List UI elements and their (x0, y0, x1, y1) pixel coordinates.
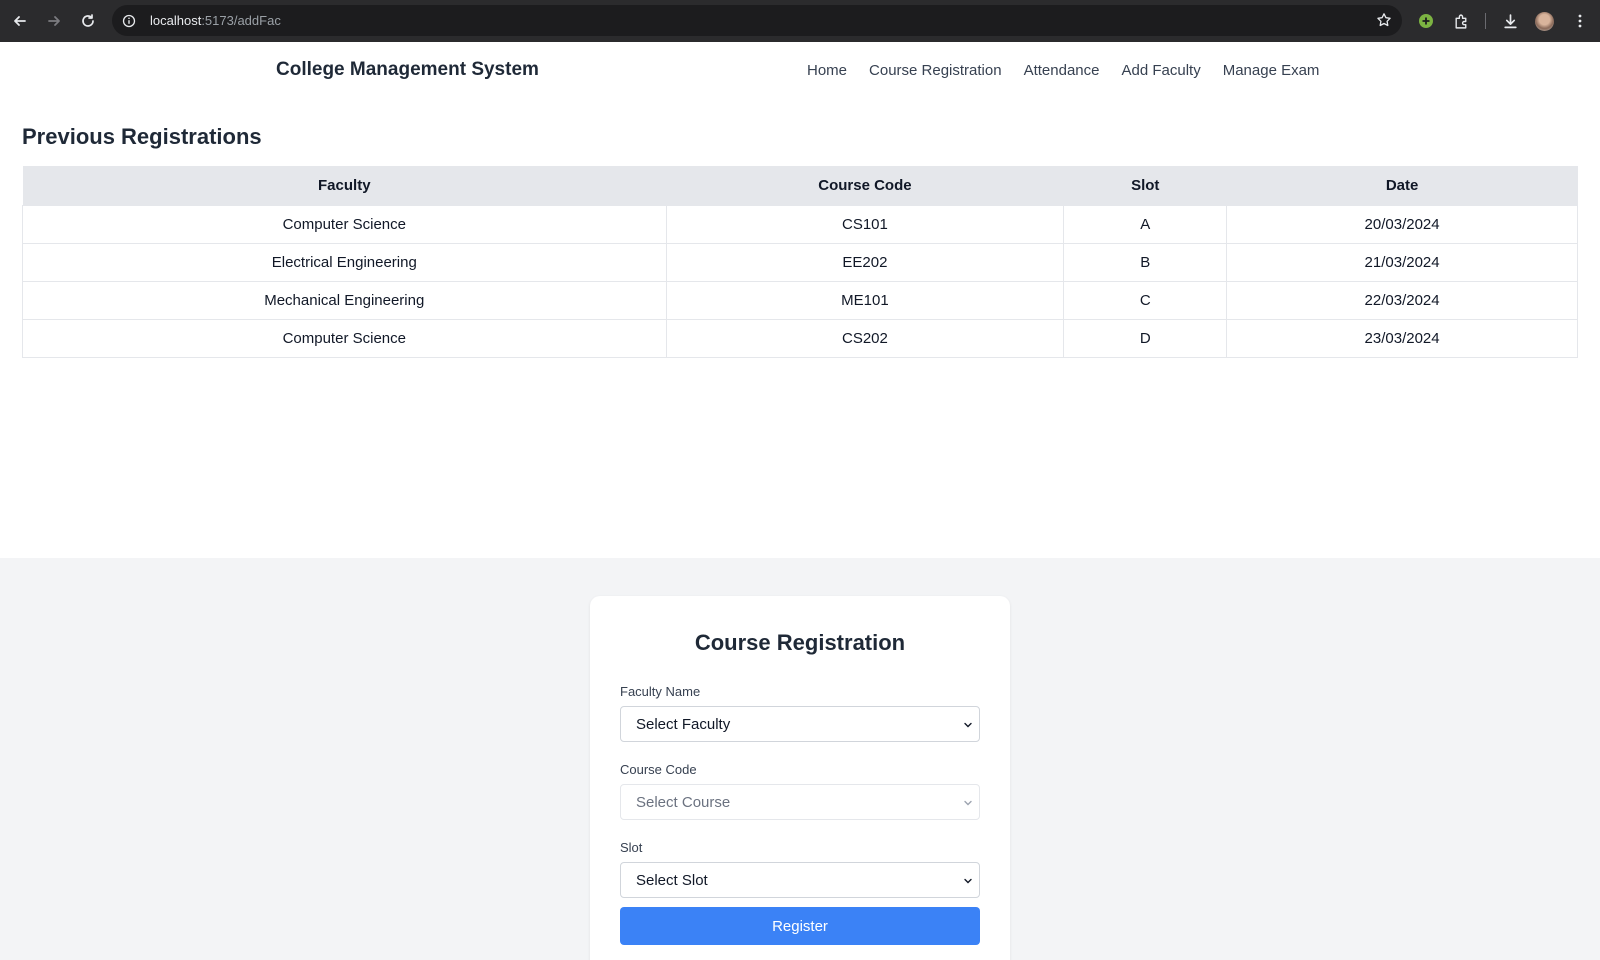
registration-card: Course Registration Faculty Name Select … (590, 596, 1010, 960)
table-row: Computer Science CS101 A 20/03/2024 (22, 204, 1578, 244)
course-select-value: Select Course (636, 793, 731, 811)
table-row: Mechanical Engineering ME101 C 22/03/202… (22, 280, 1578, 320)
cell-faculty: Electrical Engineering (22, 242, 667, 282)
url-path: :5173/addFac (201, 13, 281, 28)
cell-faculty: Computer Science (22, 318, 667, 358)
forward-icon[interactable] (38, 5, 70, 37)
top-nav: Home Course Registration Attendance Add … (807, 62, 1341, 79)
column-header-course-code: Course Code (666, 166, 1064, 205)
app-header: College Management System Home Course Re… (0, 42, 1600, 100)
faculty-name-label: Faculty Name (620, 684, 701, 699)
back-icon[interactable] (4, 5, 36, 37)
cell-course-code: CS101 (665, 204, 1065, 244)
form-title: Course Registration (694, 630, 906, 655)
bookmark-star-icon[interactable] (1376, 12, 1392, 28)
url-host: localhost (150, 13, 202, 28)
course-code-label: Course Code (620, 762, 697, 777)
url-text: localhost:5173/addFac (150, 13, 281, 28)
reload-icon[interactable] (72, 5, 104, 37)
table-header-row: Faculty Course Code Slot Date (22, 166, 1578, 205)
nav-home[interactable]: Home (807, 62, 847, 79)
column-header-date: Date (1226, 166, 1578, 205)
site-info-icon[interactable] (122, 14, 136, 28)
brand-title[interactable]: College Management System (276, 59, 539, 81)
register-button[interactable]: Register (620, 907, 980, 945)
column-header-slot: Slot (1063, 166, 1227, 205)
slot-select-value: Select Slot (636, 871, 708, 889)
cell-date: 21/03/2024 (1226, 242, 1578, 282)
chevron-down-icon (964, 722, 972, 728)
previous-registrations-title: Previous Registrations (22, 124, 262, 149)
cell-slot: D (1063, 318, 1228, 358)
cell-date: 23/03/2024 (1226, 318, 1578, 358)
registration-section: Course Registration Faculty Name Select … (0, 558, 1600, 960)
browser-toolbar: localhost:5173/addFac (0, 0, 1600, 42)
toolbar-divider (1485, 0, 1486, 42)
extension-icon[interactable] (1418, 0, 1434, 42)
download-icon[interactable] (1502, 0, 1519, 42)
faculty-select[interactable]: Select Faculty (620, 706, 980, 742)
registrations-table: Faculty Course Code Slot Date Computer S… (22, 166, 1578, 358)
address-bar[interactable]: localhost:5173/addFac (112, 5, 1402, 36)
slot-select[interactable]: Select Slot (620, 862, 980, 898)
cell-slot: A (1063, 204, 1228, 244)
extensions-puzzle-icon[interactable] (1453, 0, 1470, 42)
nav-attendance[interactable]: Attendance (1024, 62, 1100, 79)
cell-course-code: CS202 (665, 318, 1065, 358)
cell-slot: B (1063, 242, 1228, 282)
chevron-down-icon (964, 800, 972, 806)
cell-faculty: Computer Science (22, 204, 667, 244)
course-select[interactable]: Select Course (620, 784, 980, 820)
chevron-down-icon (964, 878, 972, 884)
nav-add-faculty[interactable]: Add Faculty (1121, 62, 1200, 79)
nav-manage-exam[interactable]: Manage Exam (1223, 62, 1320, 79)
profile-avatar[interactable] (1535, 0, 1554, 42)
table-row: Electrical Engineering EE202 B 21/03/202… (22, 242, 1578, 282)
nav-course-registration[interactable]: Course Registration (869, 62, 1002, 79)
cell-date: 22/03/2024 (1226, 280, 1578, 320)
column-header-faculty: Faculty (22, 166, 667, 205)
cell-course-code: ME101 (665, 280, 1065, 320)
faculty-select-value: Select Faculty (636, 715, 731, 733)
cell-slot: C (1063, 280, 1228, 320)
menu-kebab-icon[interactable] (1572, 0, 1588, 42)
slot-label: Slot (620, 840, 643, 855)
cell-course-code: EE202 (665, 242, 1065, 282)
cell-faculty: Mechanical Engineering (22, 280, 667, 320)
table-row: Computer Science CS202 D 23/03/2024 (22, 318, 1578, 358)
cell-date: 20/03/2024 (1226, 204, 1578, 244)
